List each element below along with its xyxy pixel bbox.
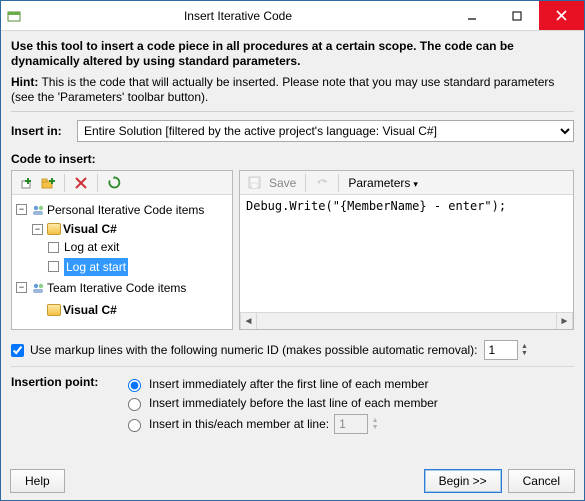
toolbar-separator	[97, 174, 98, 192]
people-icon	[31, 204, 45, 216]
tree-lang-label: Visual C#	[63, 220, 117, 238]
tree-item[interactable]: Log at exit	[64, 238, 119, 256]
templates-tree[interactable]: − Personal Iterative Code items − Visual…	[12, 195, 232, 329]
spin-up-icon[interactable]: ▲	[520, 343, 530, 350]
intro-text: Use this tool to insert a code piece in …	[11, 39, 574, 69]
hint-label: Hint:	[11, 75, 38, 89]
radio-label: Insert in this/each member at line:	[149, 417, 329, 431]
code-editor[interactable]: Debug.Write("{MemberName} - enter");	[240, 195, 573, 312]
toolbar-separator	[305, 174, 306, 192]
editor-toolbar: Save Parameters	[240, 171, 573, 195]
begin-button[interactable]: Begin >>	[424, 469, 502, 493]
radio-label: Insert immediately before the last line …	[149, 396, 438, 410]
scroll-right-icon[interactable]: ►	[556, 313, 573, 329]
insertion-point-label: Insertion point:	[11, 373, 111, 389]
people-icon	[31, 282, 45, 294]
expander-icon[interactable]: −	[16, 204, 27, 215]
parameters-dropdown[interactable]: Parameters	[345, 176, 421, 190]
radio-at-line[interactable]	[128, 419, 141, 432]
window-title: Insert Iterative Code	[27, 9, 449, 23]
templates-pane: − Personal Iterative Code items − Visual…	[11, 170, 233, 330]
horizontal-scrollbar[interactable]: ◄ ►	[240, 312, 573, 329]
spin-up-icon: ▲	[370, 417, 380, 424]
tree-group-label: Personal Iterative Code items	[47, 201, 204, 219]
toolbar-separator	[64, 174, 65, 192]
radio-label: Insert immediately after the first line …	[149, 377, 428, 391]
hint-body: This is the code that will actually be i…	[11, 75, 554, 104]
insert-in-dropdown[interactable]: Entire Solution [filtered by the active …	[77, 120, 574, 142]
templates-toolbar	[12, 171, 232, 195]
code-to-insert-label: Code to insert:	[11, 152, 574, 166]
spin-down-icon: ▼	[370, 424, 380, 431]
add-item-button[interactable]	[16, 173, 36, 193]
add-folder-button[interactable]	[38, 173, 58, 193]
title-bar: Insert Iterative Code	[1, 1, 584, 31]
scroll-left-icon[interactable]: ◄	[240, 313, 257, 329]
radio-before-last[interactable]	[128, 398, 141, 411]
help-button[interactable]: Help	[10, 469, 65, 493]
tree-lang-label: Visual C#	[63, 301, 117, 319]
tree-group-label: Team Iterative Code items	[47, 279, 186, 297]
save-label[interactable]: Save	[266, 176, 299, 190]
spin-down-icon[interactable]: ▼	[520, 350, 530, 357]
markup-label: Use markup lines with the following nume…	[30, 343, 478, 357]
cancel-button[interactable]: Cancel	[508, 469, 575, 493]
close-button[interactable]	[539, 1, 584, 30]
folder-icon	[47, 223, 61, 235]
divider	[11, 111, 574, 112]
app-icon	[1, 9, 27, 23]
line-number-input	[334, 414, 368, 434]
markup-id-input[interactable]	[484, 340, 518, 360]
checkbox-icon[interactable]	[48, 261, 59, 272]
tree-item-selected[interactable]: Log at start	[64, 258, 128, 276]
checkbox-icon[interactable]	[48, 242, 59, 253]
refresh-button[interactable]	[104, 173, 124, 193]
maximize-button[interactable]	[494, 1, 539, 30]
markup-checkbox[interactable]	[11, 344, 24, 357]
delete-button[interactable]	[71, 173, 91, 193]
folder-icon	[47, 304, 61, 316]
minimize-button[interactable]	[449, 1, 494, 30]
toolbar-separator	[338, 174, 339, 192]
radio-after-first[interactable]	[128, 379, 141, 392]
insert-in-label: Insert in:	[11, 124, 71, 138]
editor-pane: Save Parameters Debug.Write("{MemberName…	[239, 170, 574, 330]
hint-text: Hint: This is the code that will actuall…	[11, 75, 574, 105]
expander-icon[interactable]: −	[32, 224, 43, 235]
undo-button[interactable]	[312, 173, 332, 193]
divider	[11, 366, 574, 367]
expander-icon[interactable]: −	[16, 282, 27, 293]
save-icon[interactable]	[244, 173, 264, 193]
